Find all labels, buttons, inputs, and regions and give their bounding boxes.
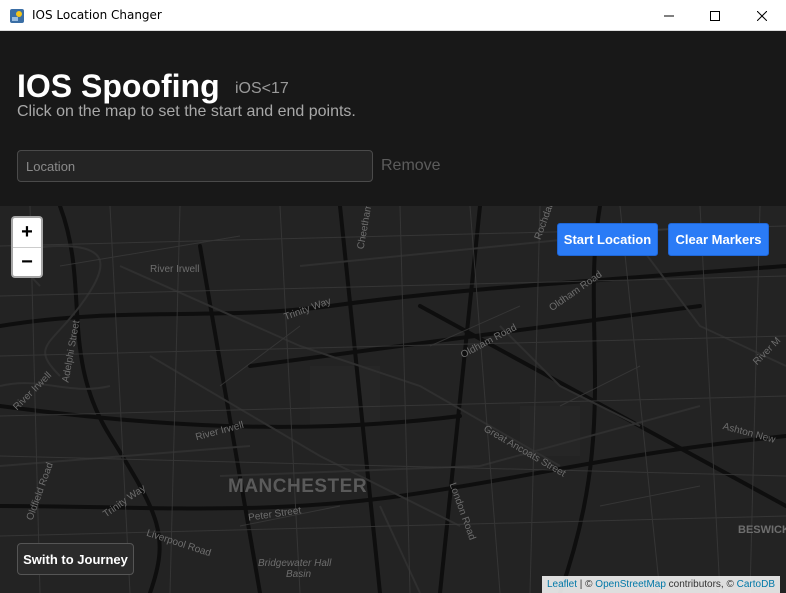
street-label: Basin [286,569,312,580]
city-label: MANCHESTER [228,476,368,497]
remove-button[interactable]: Remove [381,157,441,175]
header-panel: IOS Spoofing iOS<17 Click on the map to … [0,31,786,206]
zoom-in-button[interactable]: + [13,218,41,248]
leaflet-link[interactable]: Leaflet [547,579,577,590]
clear-markers-button[interactable]: Clear Markers [668,223,769,256]
map[interactable]: River Irwell Trinity Way Adelphi Street … [0,206,786,593]
zoom-control: + − [11,216,43,278]
attribution-contrib: contributors, © [665,579,737,590]
page-title: IOS Spoofing [17,68,220,104]
close-button[interactable] [739,0,785,31]
start-location-button[interactable]: Start Location [557,223,658,256]
attribution-sep: | © [576,579,596,590]
map-attribution: Leaflet | © OpenStreetMap contributors, … [541,576,780,593]
zoom-out-button[interactable]: − [13,248,41,277]
maximize-button[interactable] [692,0,738,31]
area-label: BESWICK [738,524,786,536]
app-icon [10,9,24,23]
page-subtitle: Click on the map to set the start and en… [17,103,356,120]
map-tiles [0,206,786,593]
maximize-icon [710,10,720,21]
minimize-icon [664,15,674,16]
switch-journey-button[interactable]: Swith to Journey [17,543,134,575]
window-title: IOS Location Changer [32,8,162,22]
version-tag: iOS<17 [235,80,289,97]
street-label: River Irwell [150,264,200,275]
osm-link[interactable]: OpenStreetMap [595,579,666,590]
location-input[interactable] [17,150,373,182]
minimize-button[interactable] [646,0,692,31]
street-label: Bridgewater Hall [258,558,332,569]
carto-link[interactable]: CartoDB [737,579,775,590]
window-titlebar: IOS Location Changer [0,0,786,31]
close-icon [757,10,767,21]
